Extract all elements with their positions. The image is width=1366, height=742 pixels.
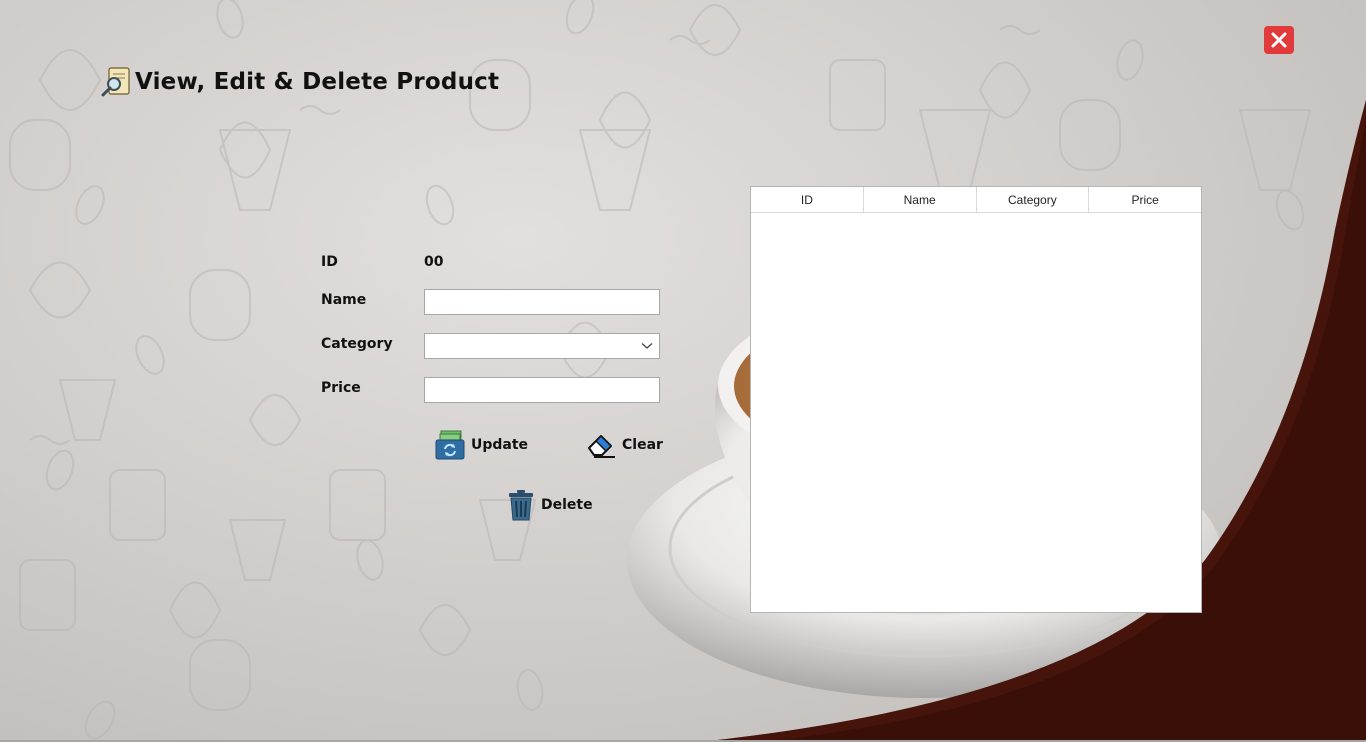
chevron-down-icon (641, 343, 653, 349)
price-label: Price (321, 380, 361, 396)
close-icon (1271, 32, 1287, 48)
refresh-cash-icon (435, 430, 465, 460)
close-button[interactable] (1264, 26, 1294, 54)
delete-button-label: Delete (541, 497, 593, 513)
page-title: View, Edit & Delete Product (135, 69, 500, 95)
column-header-id[interactable]: ID (751, 187, 864, 212)
update-button[interactable]: Update (435, 430, 528, 460)
table-header: ID Name Category Price (751, 187, 1201, 213)
column-header-price[interactable]: Price (1089, 187, 1201, 212)
products-table[interactable]: ID Name Category Price (750, 186, 1202, 613)
id-value: 00 (424, 254, 444, 270)
trash-icon (509, 490, 533, 521)
update-button-label: Update (471, 437, 529, 453)
price-input[interactable] (424, 377, 660, 403)
id-label: ID (321, 254, 338, 270)
name-label: Name (321, 292, 367, 308)
app-window: View, Edit & Delete Product ID 00 Name C… (0, 0, 1366, 742)
category-label: Category (321, 336, 393, 352)
category-dropdown[interactable] (424, 333, 660, 359)
name-input[interactable] (424, 289, 660, 315)
column-header-name[interactable]: Name (864, 187, 977, 212)
clear-button[interactable]: Clear (586, 431, 663, 459)
delete-button[interactable]: Delete (507, 489, 593, 521)
column-header-category[interactable]: Category (977, 187, 1090, 212)
search-document-icon (101, 67, 130, 97)
page-header: View, Edit & Delete Product (100, 66, 499, 98)
clear-button-label: Clear (622, 437, 663, 453)
eraser-icon (588, 435, 615, 458)
